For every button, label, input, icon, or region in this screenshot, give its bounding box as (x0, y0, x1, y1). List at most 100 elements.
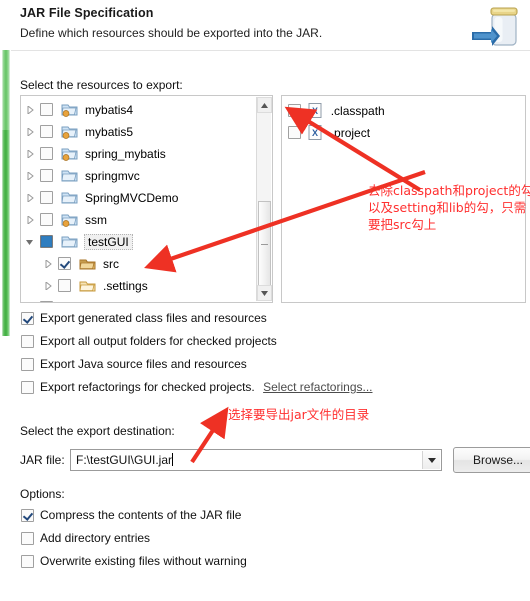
tree-row-label: springmvc (85, 168, 140, 183)
option-overwrite-existing-files[interactable]: Overwrite existing files without warning (21, 554, 247, 569)
jar-export-wizard-page: JAR File Specification Define which reso… (0, 0, 530, 601)
header-divider (11, 50, 530, 51)
checkbox[interactable] (21, 358, 34, 372)
option-label: Export refactorings for checked projects… (40, 380, 255, 394)
page-title: JAR File Specification (20, 6, 154, 20)
tree-row[interactable]: mybatis4 (21, 98, 255, 120)
page-subtitle: Define which resources should be exporte… (20, 26, 323, 40)
checkbox[interactable] (21, 555, 34, 569)
tree-annotation-line-1: 去除classpath和project的勾 (368, 183, 530, 198)
left-accent-bar-lower (2, 130, 10, 336)
tree-row-label: WebReport (85, 301, 145, 302)
tree-checkbox[interactable] (40, 169, 54, 183)
chevron-right-icon[interactable] (23, 165, 37, 187)
option-add-directory-entries[interactable]: Add directory entries (21, 531, 151, 546)
scroll-up-icon[interactable] (257, 97, 272, 113)
svg-text:X: X (312, 128, 318, 138)
tree-checkbox[interactable] (40, 213, 54, 227)
tree-row[interactable]: src (21, 252, 255, 274)
checkbox[interactable] (21, 532, 34, 546)
tree-scrollbar[interactable] (256, 97, 272, 301)
chevron-down-icon[interactable] (23, 231, 37, 253)
option-export-java-source-files[interactable]: Export Java source files and resources (21, 357, 247, 372)
chevron-right-icon[interactable] (23, 187, 37, 209)
chevron-right-icon[interactable] (41, 275, 55, 297)
tree-checkbox[interactable] (40, 103, 54, 117)
scroll-down-icon[interactable] (257, 285, 272, 301)
jar-file-combobox[interactable]: F:\testGUI\GUI.jar (70, 449, 442, 471)
tree-row-selected[interactable]: testGUI (21, 230, 255, 252)
file-checkbox[interactable] (288, 104, 301, 118)
browse-button[interactable]: Browse... (453, 447, 530, 473)
project-folder-icon (61, 190, 79, 206)
xml-file-icon: X (308, 124, 324, 141)
tree-annotation-line-3: 要把src勾上 (368, 217, 437, 232)
tree-row[interactable]: .settings (21, 274, 255, 296)
tree-checkbox[interactable] (58, 279, 72, 293)
resource-tree-panel[interactable]: mybatis4 mybatis5 spring_mybatis springm… (20, 95, 273, 303)
file-row[interactable]: X .classpath (286, 99, 523, 121)
tree-row[interactable]: springmvc (21, 164, 255, 186)
xml-file-icon: X (308, 102, 324, 119)
option-label: Export Java source files and resources (40, 357, 247, 371)
folder-icon (79, 278, 97, 294)
tree-row[interactable]: ssm (21, 208, 255, 230)
checkbox[interactable] (21, 312, 34, 326)
java-project-folder-icon (61, 146, 79, 162)
java-project-folder-icon (61, 300, 79, 302)
tree-checkbox[interactable] (40, 191, 54, 205)
jar-file-label: JAR file: (20, 453, 65, 467)
tree-row[interactable]: mybatis5 (21, 120, 255, 142)
tree-checkbox[interactable] (58, 257, 72, 271)
tree-annotation-line-2: 以及setting和lib的勾，只需 (368, 200, 527, 215)
tree-row-label: SpringMVCDemo (85, 190, 179, 205)
option-label: Export all output folders for checked pr… (40, 334, 277, 348)
destination-label: Select the export destination: (20, 424, 175, 438)
chevron-right-icon[interactable] (23, 99, 37, 121)
tree-row-label: src (103, 256, 120, 271)
tree-row[interactable]: WebReport (21, 296, 255, 302)
checkbox[interactable] (21, 381, 34, 395)
file-row[interactable]: X .project (286, 121, 523, 143)
option-label: Add directory entries (40, 531, 151, 545)
option-export-all-output-folders[interactable]: Export all output folders for checked pr… (21, 334, 277, 349)
checkbox[interactable] (21, 509, 34, 523)
tree-checkbox[interactable] (40, 125, 54, 139)
select-refactorings-link[interactable]: Select refactorings... (263, 380, 372, 394)
tree-checkbox[interactable] (40, 147, 54, 161)
file-row-label: .classpath (330, 103, 385, 118)
option-export-generated-class-files[interactable]: Export generated class files and resourc… (21, 311, 267, 326)
chevron-right-icon[interactable] (23, 121, 37, 143)
java-project-folder-icon (61, 212, 79, 228)
tree-checkbox[interactable] (40, 235, 54, 249)
scrollbar-thumb[interactable] (258, 201, 271, 286)
tree-checkbox[interactable] (40, 301, 54, 302)
checkbox[interactable] (21, 335, 34, 349)
source-folder-icon (79, 256, 97, 272)
jar-export-icon (466, 2, 522, 50)
chevron-right-icon[interactable] (23, 143, 37, 165)
file-checkbox[interactable] (288, 126, 301, 140)
tree-row[interactable]: spring_mybatis (21, 142, 255, 164)
java-project-folder-icon (61, 124, 79, 140)
chevron-right-icon[interactable] (23, 297, 37, 302)
options-label: Options: (20, 487, 65, 501)
jar-file-value: F:\testGUI\GUI.jar (76, 453, 173, 467)
destination-annotation: 选择要导出jar文件的目录 (228, 407, 370, 422)
resources-label: Select the resources to export: (20, 78, 183, 92)
jar-file-input[interactable]: F:\testGUI\GUI.jar (76, 453, 174, 467)
tree-row-label: spring_mybatis (85, 146, 166, 161)
chevron-right-icon[interactable] (41, 253, 55, 275)
text-caret (172, 453, 174, 466)
option-export-refactorings[interactable]: Export refactorings for checked projects… (21, 380, 373, 395)
svg-text:X: X (312, 106, 318, 116)
tree-row-label: .settings (103, 278, 148, 293)
wizard-header: JAR File Specification Define which reso… (0, 0, 530, 50)
file-row-label: .project (330, 125, 371, 140)
option-label: Export generated class files and resourc… (40, 311, 267, 325)
chevron-down-icon[interactable] (422, 451, 440, 469)
tree-row-label: testGUI (84, 233, 133, 250)
option-compress-jar[interactable]: Compress the contents of the JAR file (21, 508, 241, 523)
tree-row[interactable]: SpringMVCDemo (21, 186, 255, 208)
chevron-right-icon[interactable] (23, 209, 37, 231)
